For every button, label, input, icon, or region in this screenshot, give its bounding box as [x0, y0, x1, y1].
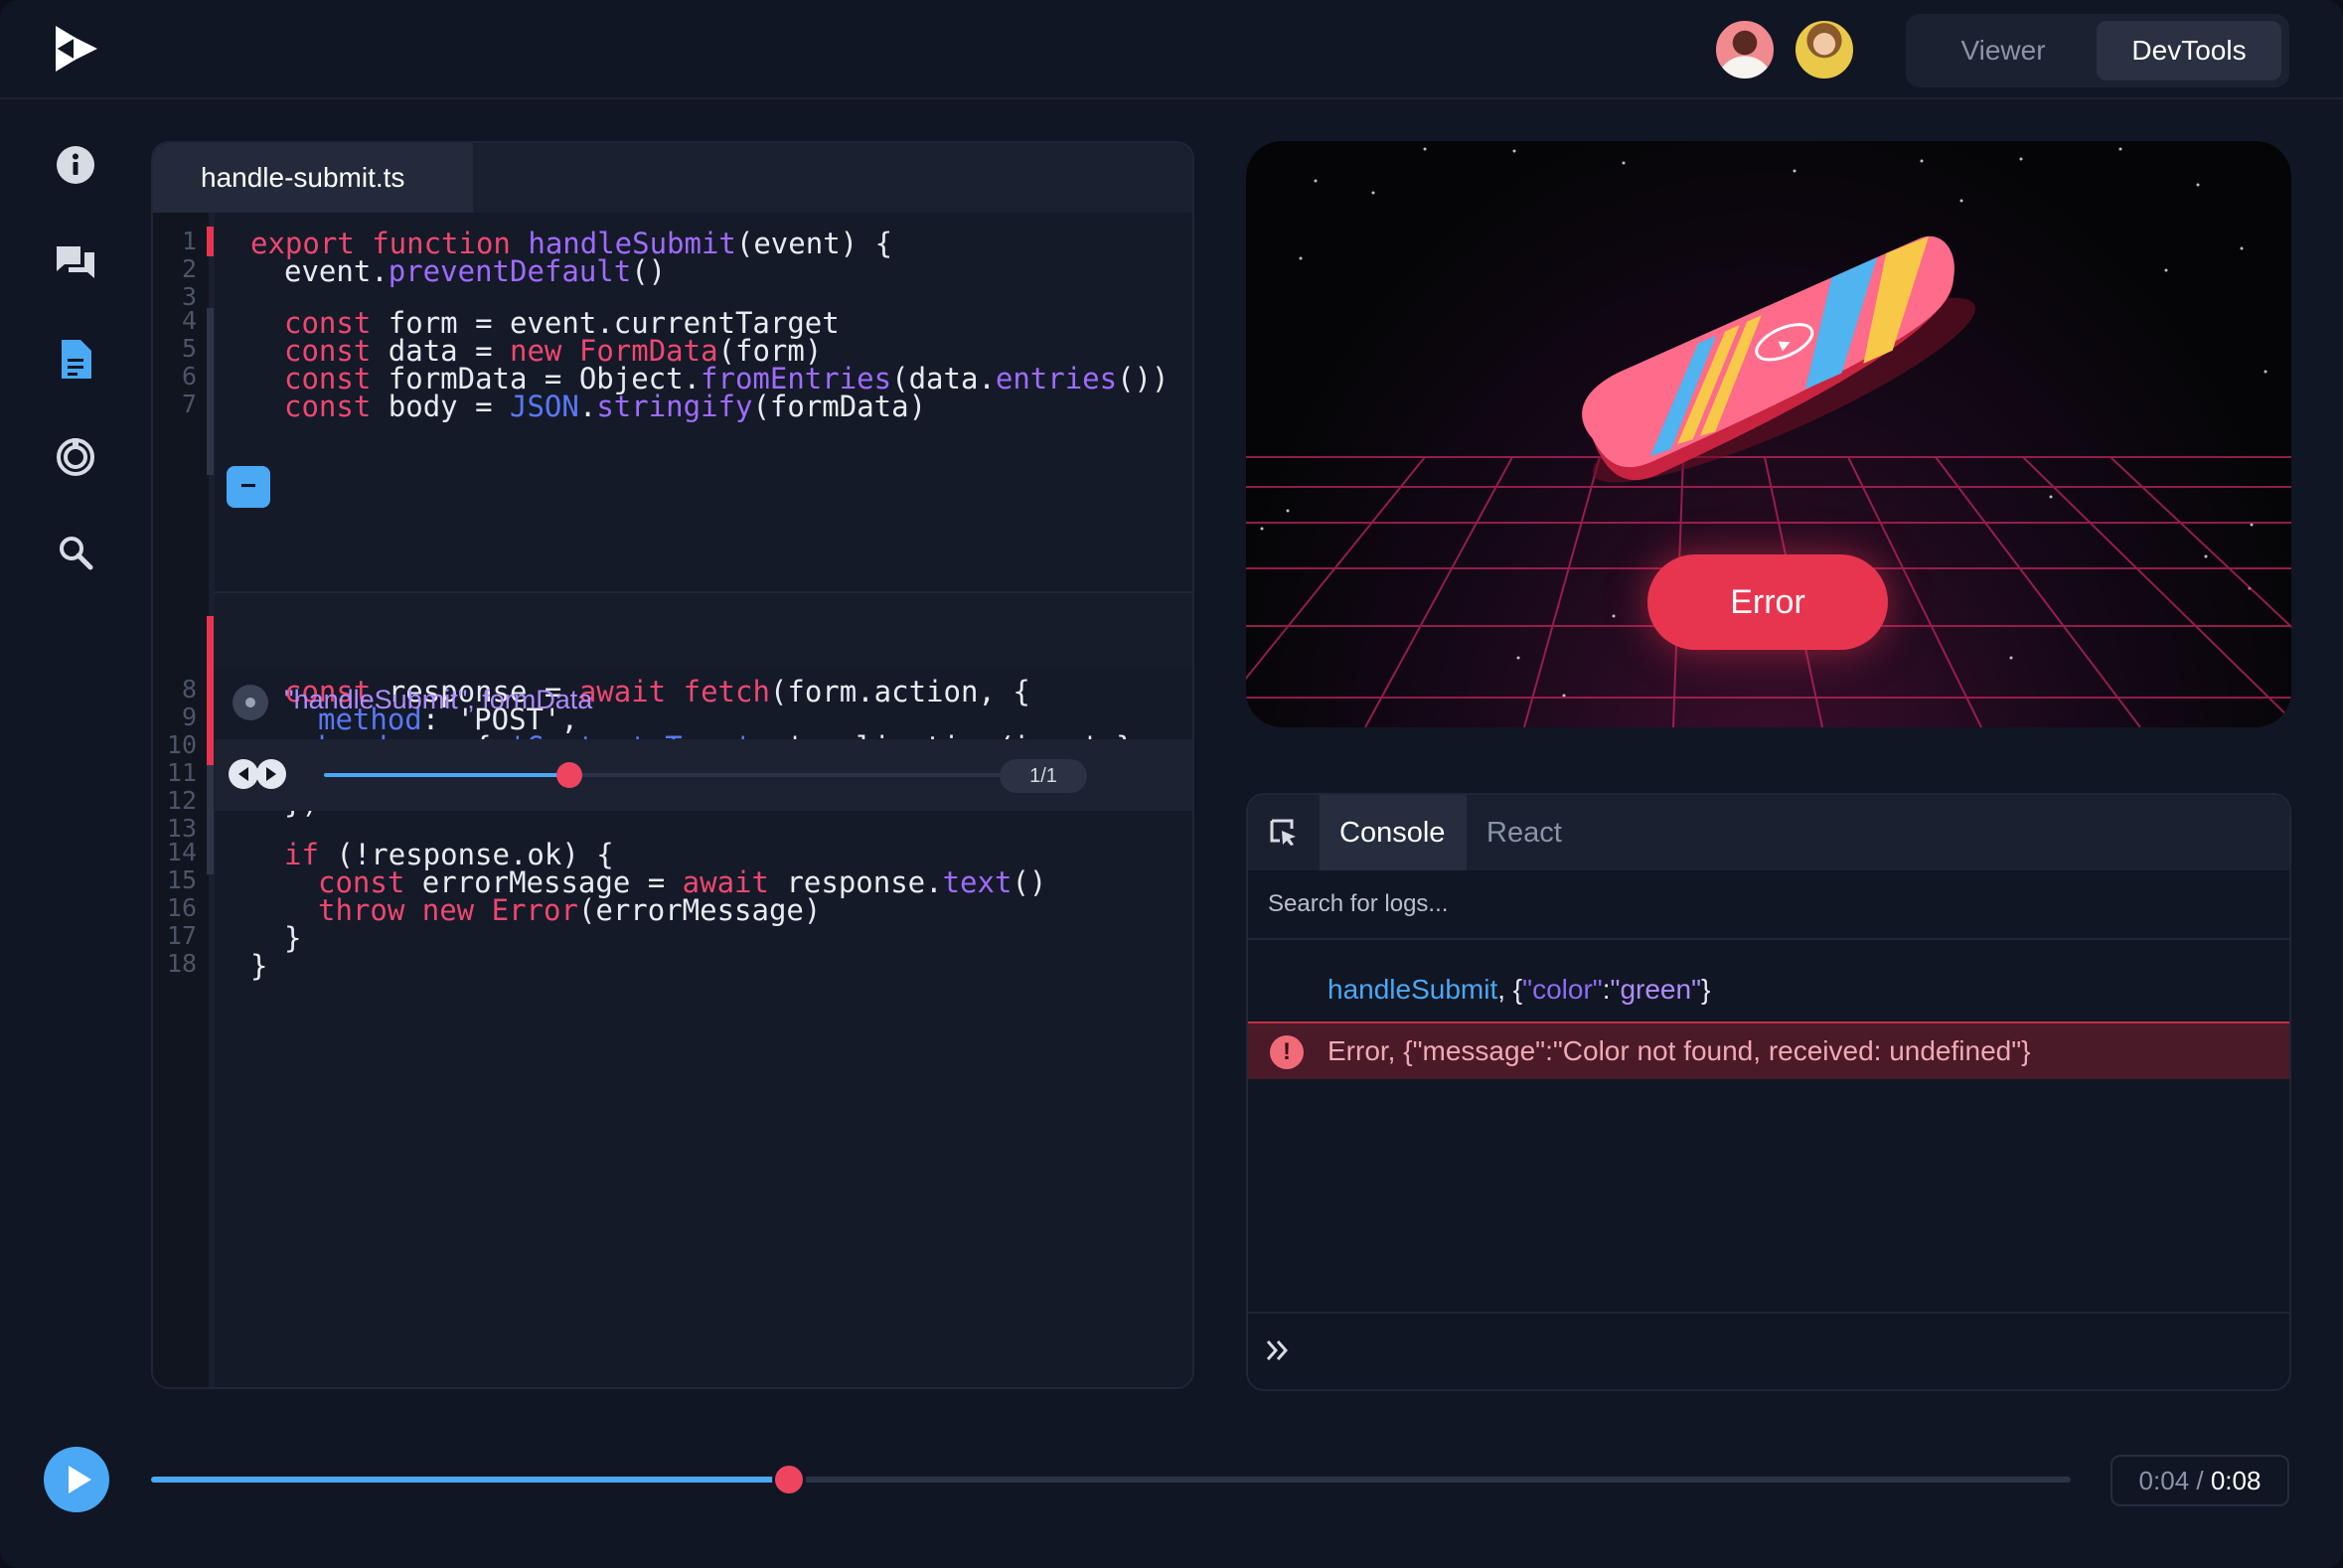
tab-console[interactable]: Console [1320, 795, 1467, 870]
hit-marker [207, 308, 214, 475]
code-line: throw new Error(errorMessage) [318, 893, 822, 927]
sidebar [0, 99, 149, 1421]
line-number: 11 [166, 758, 197, 787]
app-preview: ▶ Error [1246, 141, 2291, 727]
code-line: event.preventDefault() [284, 254, 667, 288]
line-number: 6 [181, 362, 197, 391]
time-separator: / [2189, 1466, 2211, 1495]
next-hit-button[interactable] [256, 759, 286, 789]
hit-scrubber: 1/1 [215, 739, 1192, 811]
app-window: Viewer DevTools handle-submit.ts 1 2 3 4… [0, 0, 2343, 1568]
hit-scrubber-progress [324, 773, 569, 777]
line-number: 12 [166, 786, 197, 815]
hit-scrubber-handle[interactable] [556, 762, 582, 788]
log-point-icon[interactable] [233, 685, 268, 720]
current-time: 0:04 [2138, 1466, 2190, 1495]
info-icon[interactable] [52, 141, 99, 189]
line-number: 4 [181, 306, 197, 335]
timeline-progress [151, 1477, 790, 1483]
line-number: 17 [166, 921, 197, 950]
top-bar: Viewer DevTools [0, 0, 2343, 99]
element-picker-icon[interactable] [1248, 795, 1320, 870]
log-value: "green" [1610, 974, 1702, 1005]
hit-count: 1/1 [1000, 759, 1087, 793]
code-line: const body = JSON.stringify(formData) [284, 390, 927, 423]
hit-marker [207, 616, 214, 771]
line-number: 10 [166, 730, 197, 759]
replay-logo-icon[interactable] [54, 24, 99, 74]
time-display: 0:04 / 0:08 [2110, 1455, 2289, 1506]
remove-print-button[interactable]: − [227, 466, 270, 508]
line-number: 9 [181, 703, 197, 731]
log-key: "color" [1522, 974, 1603, 1005]
line-number: 1 [181, 227, 197, 255]
tab-react[interactable]: React [1467, 795, 1582, 870]
line-number: 16 [166, 893, 197, 922]
code-line: } [284, 921, 302, 955]
line-number: 7 [181, 390, 197, 418]
error-icon: ! [1270, 1035, 1304, 1069]
chevron-double-right-icon [1266, 1340, 1289, 1360]
previous-hit-button[interactable] [229, 759, 258, 789]
play-button[interactable] [44, 1447, 109, 1512]
playback-bar: 0:04 / 0:08 [0, 1421, 2343, 1568]
editor-tab-bar: handle-submit.ts [153, 143, 1192, 213]
log-close: } [1701, 974, 1711, 1005]
console-input[interactable] [1248, 1312, 2289, 1389]
error-button[interactable]: Error [1647, 554, 1888, 650]
console-panel: Console React Search for logs... handleS… [1246, 793, 2291, 1391]
line-number: 15 [166, 865, 197, 894]
search-icon[interactable] [52, 529, 99, 576]
file-tab[interactable]: handle-submit.ts [153, 143, 473, 213]
console-log-entry[interactable]: handleSubmit, {"color":"green"} [1328, 974, 1710, 1006]
user-avatar-2[interactable] [1793, 18, 1856, 81]
line-number: 18 [166, 949, 197, 978]
timeline-handle[interactable] [772, 1463, 807, 1496]
document-icon[interactable] [52, 336, 99, 384]
view-toggle: Viewer DevTools [1906, 14, 2289, 87]
code-line: } [250, 949, 268, 983]
chat-icon[interactable] [52, 238, 99, 286]
log-function-name: handleSubmit [1328, 974, 1498, 1005]
console-error-entry[interactable]: ! Error, {"message":"Color not found, re… [1248, 1021, 2289, 1079]
replay-target-icon[interactable] [52, 433, 99, 481]
print-statement-panel [215, 591, 1192, 667]
user-avatar-1[interactable] [1713, 18, 1777, 81]
console-tab-bar: Console React [1248, 795, 2289, 870]
viewer-tab[interactable]: Viewer [1914, 21, 2093, 80]
total-time: 0:08 [2210, 1466, 2262, 1495]
print-statement-text[interactable]: "handleSubmit", formData [284, 685, 592, 715]
line-number: 2 [181, 254, 197, 283]
code-editor: handle-submit.ts 1 2 3 4 5 6 7 8 9 10 11… [151, 141, 1194, 1389]
log-search-input[interactable]: Search for logs... [1248, 870, 2289, 940]
error-message: Error, {"message":"Color not found, rece… [1328, 1035, 2031, 1066]
hit-marker [207, 765, 214, 874]
log-separator: , { [1497, 974, 1523, 1005]
devtools-tab[interactable]: DevTools [2097, 21, 2281, 80]
line-number: 8 [181, 675, 197, 704]
log-colon: : [1602, 974, 1611, 1005]
line-number: 14 [166, 838, 197, 866]
line-number: 5 [181, 334, 197, 363]
hit-marker [207, 227, 214, 256]
